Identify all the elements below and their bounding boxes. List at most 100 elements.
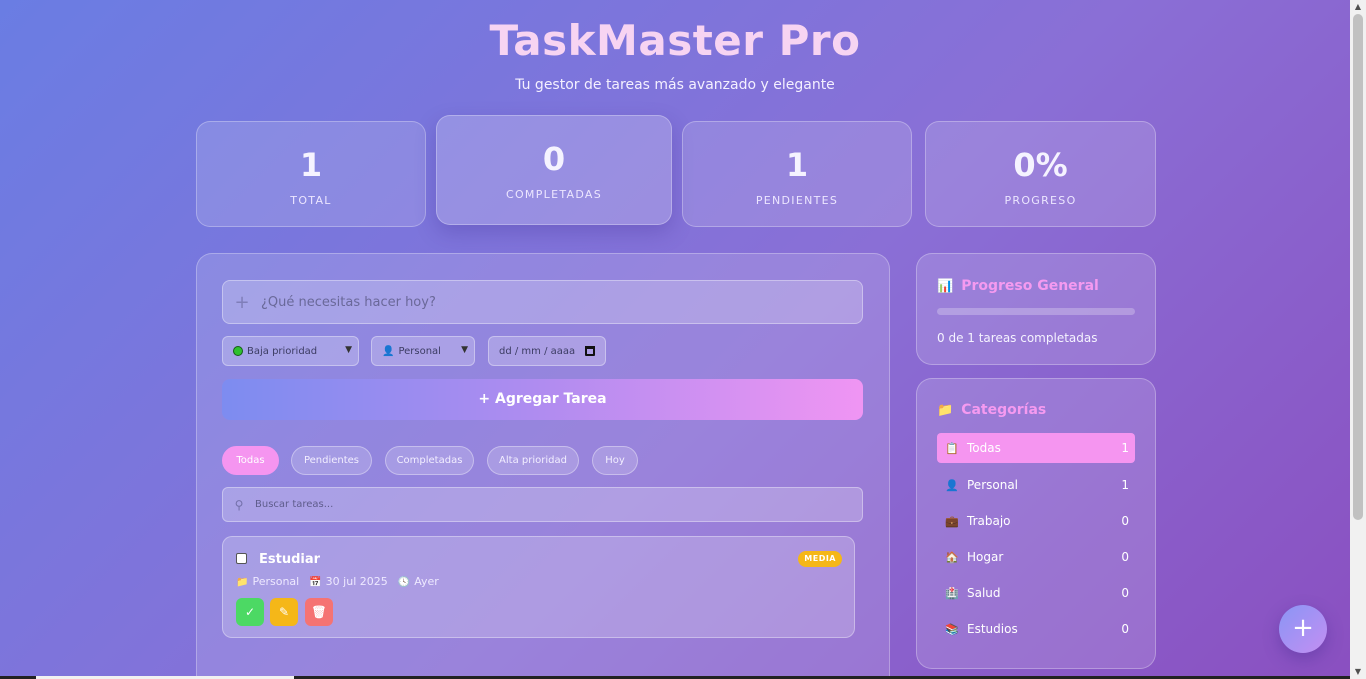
edit-icon: ✎ (278, 605, 290, 619)
progress-panel: 📊 Progreso General 0 de 1 tareas complet… (916, 253, 1156, 365)
task-name: Estudiar (259, 552, 321, 567)
search-input[interactable]: ⚲ Buscar tareas... (222, 487, 863, 522)
category-label: Salud (967, 586, 1001, 600)
category-item-personal[interactable]: 👤 Personal 1 (937, 470, 1135, 500)
filter-todas[interactable]: Todas (222, 446, 279, 475)
books-icon: 📚 (945, 622, 959, 636)
person-icon: 👤 (382, 345, 395, 357)
stat-value: 0 (542, 140, 566, 178)
category-count: 0 (1121, 586, 1129, 600)
filter-completadas[interactable]: Completadas (385, 446, 474, 475)
search-placeholder: Buscar tareas... (255, 499, 334, 510)
category-label: Estudios (967, 622, 1018, 636)
complete-button[interactable]: ✓ (236, 598, 264, 626)
stat-card-pending: 1 PENDIENTES (682, 121, 912, 227)
app-subtitle: Tu gestor de tareas más avanzado y elega… (515, 77, 835, 93)
task-card: Estudiar MEDIA 📁 Personal 📅 30 jul 2025 🕓 A… (222, 536, 855, 638)
add-task-label: Agregar Tarea (495, 391, 607, 407)
stat-card-completed: 0 COMPLETADAS (436, 115, 672, 225)
trash-icon: 🗑 (311, 605, 327, 619)
category-select-value: Personal (398, 345, 441, 357)
date-input-placeholder: dd / mm / aaaa (499, 345, 576, 357)
briefcase-icon: 💼 (945, 514, 959, 528)
green-circle-icon (233, 346, 243, 356)
category-label: Todas (967, 441, 1001, 455)
category-label: Personal (967, 478, 1019, 492)
check-icon: ✓ (244, 605, 256, 619)
task-checkbox[interactable] (236, 553, 247, 564)
task-meta: 📁 Personal 📅 30 jul 2025 🕓 Ayer (236, 575, 439, 588)
app-title: TaskMaster Pro (489, 16, 861, 65)
delete-button[interactable]: 🗑 (305, 598, 333, 626)
folder-icon: 📁 (937, 402, 954, 418)
category-count: 0 (1121, 622, 1129, 636)
filter-alta-prioridad[interactable]: Alta prioridad (487, 446, 579, 475)
bar-chart-icon: 📊 (937, 278, 954, 294)
hospital-icon: 🏥 (945, 586, 959, 600)
category-count: 1 (1121, 478, 1129, 492)
category-label: Trabajo (967, 514, 1011, 528)
filter-hoy[interactable]: Hoy (592, 446, 638, 475)
main-panel: + ¿Qué necesitas hacer hoy? Baja priorid… (196, 253, 890, 679)
chevron-down-icon: ▼ (345, 345, 352, 355)
progress-panel-title: 📊 Progreso General (937, 278, 1099, 294)
priority-badge: MEDIA (798, 551, 842, 567)
scroll-up-icon[interactable]: ▲ (1350, 0, 1366, 14)
category-item-hogar[interactable]: 🏠 Hogar 0 (937, 542, 1135, 572)
clipboard-icon: 📋 (945, 441, 959, 455)
stat-label: TOTAL (290, 194, 332, 207)
vertical-scrollbar[interactable]: ▲ ▼ (1350, 0, 1366, 679)
scroll-down-icon[interactable]: ▼ (1350, 665, 1366, 679)
progress-bar (937, 308, 1135, 315)
task-category-label: Personal (252, 575, 300, 588)
task-input[interactable]: + ¿Qué necesitas hacer hoy? (222, 280, 863, 324)
chevron-down-icon: ▼ (461, 345, 468, 355)
plus-icon: + (234, 291, 250, 313)
filter-pendientes[interactable]: Pendientes (291, 446, 372, 475)
add-task-button[interactable]: + Agregar Tarea (222, 379, 863, 420)
task-date-label: 30 jul 2025 (325, 575, 388, 588)
task-due-label: Ayer (414, 575, 439, 588)
categories-panel-title: 📁 Categorías (937, 402, 1046, 418)
stat-value: 0% (1013, 146, 1068, 184)
task-date: 📅 30 jul 2025 (309, 575, 388, 588)
task-input-placeholder: ¿Qué necesitas hacer hoy? (261, 294, 436, 310)
priority-select-value: Baja prioridad (247, 345, 318, 357)
category-label: Hogar (967, 550, 1004, 564)
category-count: 0 (1121, 550, 1129, 564)
category-item-todas[interactable]: 📋 Todas 1 (937, 433, 1135, 463)
category-item-salud[interactable]: 🏥 Salud 0 (937, 578, 1135, 608)
category-count: 1 (1121, 441, 1129, 455)
calendar-icon: 📅 (309, 577, 322, 588)
stat-value: 1 (299, 146, 323, 184)
plus-icon: + (1292, 613, 1314, 643)
edit-button[interactable]: ✎ (270, 598, 298, 626)
priority-select[interactable]: Baja prioridad ▼ (222, 336, 359, 366)
stat-label: PROGRESO (1004, 194, 1077, 207)
person-icon: 👤 (945, 478, 959, 492)
stat-card-total: 1 TOTAL (196, 121, 426, 227)
date-input[interactable]: dd / mm / aaaa (488, 336, 606, 366)
task-due: 🕓 Ayer (398, 575, 439, 588)
stat-label: COMPLETADAS (505, 188, 603, 201)
stat-card-progress: 0% PROGRESO (925, 121, 1156, 227)
stat-label: PENDIENTES (755, 194, 839, 207)
house-icon: 🏠 (945, 550, 959, 564)
category-select[interactable]: 👤 Personal ▼ (371, 336, 475, 366)
clock-icon: 🕓 (397, 577, 411, 588)
category-count: 0 (1121, 514, 1129, 528)
categories-panel: 📁 Categorías 📋 Todas 1 👤 Personal 1 💼 Tr… (916, 378, 1156, 669)
folder-icon: 📁 (236, 577, 249, 588)
scrollbar-thumb[interactable] (1353, 14, 1363, 520)
floating-add-button[interactable]: + (1279, 605, 1327, 653)
progress-panel-title-text: Progreso General (961, 278, 1099, 294)
plus-icon: + (478, 391, 491, 407)
calendar-icon[interactable] (585, 346, 595, 356)
category-item-estudios[interactable]: 📚 Estudios 0 (937, 614, 1135, 644)
stat-value: 1 (785, 146, 809, 184)
categories-panel-title-text: Categorías (961, 402, 1047, 418)
search-icon: ⚲ (234, 497, 244, 512)
progress-text: 0 de 1 tareas completadas (937, 331, 1098, 345)
task-category: 📁 Personal (236, 575, 299, 588)
category-item-trabajo[interactable]: 💼 Trabajo 0 (937, 506, 1135, 536)
